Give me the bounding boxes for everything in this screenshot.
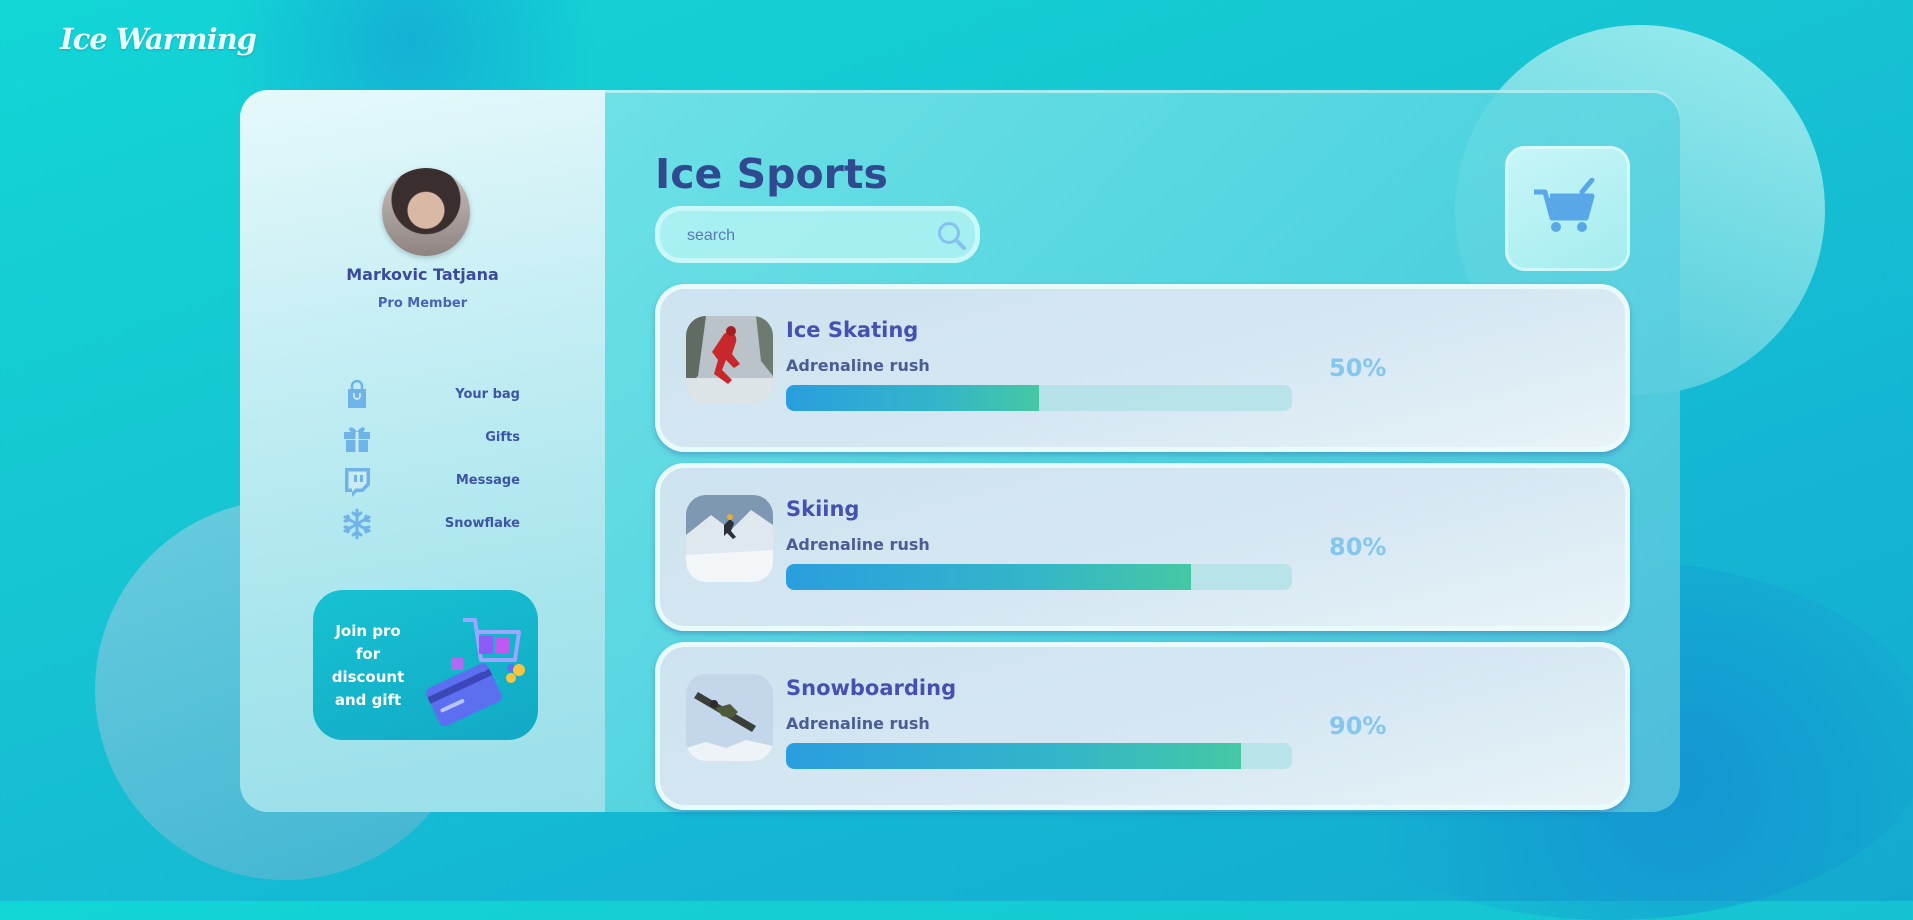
- progress-fill: [786, 385, 1039, 411]
- sport-card[interactable]: Skiing Adrenaline rush 80%: [655, 463, 1630, 631]
- sport-card[interactable]: Snowboarding Adrenaline rush 90%: [655, 642, 1630, 810]
- promo-text-line: discount: [331, 668, 405, 686]
- ice-skating-thumbnail: [686, 316, 773, 403]
- skiing-thumbnail: [686, 495, 773, 582]
- promo-text-line: and gift: [334, 691, 402, 709]
- progress-fill: [786, 564, 1191, 590]
- card-subtitle: Adrenaline rush: [786, 535, 930, 554]
- progress-track: [786, 564, 1292, 590]
- card-title: Skiing: [786, 497, 860, 521]
- sidebar: Markovic Tatjana Pro Member Your bag Gif: [240, 90, 605, 812]
- card-title: Snowboarding: [786, 676, 957, 700]
- progress-percent: 50%: [1329, 354, 1387, 382]
- card-title: Ice Skating: [786, 318, 919, 342]
- promo-text: Join pro for discount and gift: [323, 620, 413, 712]
- promo-card[interactable]: Join pro for discount and gift: [313, 590, 538, 740]
- progress-fill: [786, 743, 1242, 769]
- progress-percent: 80%: [1329, 533, 1387, 561]
- promo-text-line: Join pro: [335, 622, 401, 640]
- promo-text-line: for: [355, 645, 381, 663]
- sidebar-item-your-bag[interactable]: Your bag: [340, 373, 520, 416]
- sport-card[interactable]: Ice Skating Adrenaline rush 50%: [655, 284, 1630, 452]
- sidebar-item-label: Message: [455, 473, 520, 488]
- sidebar-item-label: Snowflake: [444, 516, 520, 531]
- progress-track: [786, 743, 1292, 769]
- sidebar-item-message[interactable]: Message: [340, 459, 520, 502]
- search-input[interactable]: [685, 222, 919, 250]
- sidebar-menu: Your bag Gifts Message Snowflake: [340, 373, 520, 545]
- snowflake-icon: [343, 508, 371, 539]
- brand-logo[interactable]: Ice Warming: [60, 22, 257, 56]
- progress-track: [786, 385, 1292, 411]
- page-title: Ice Sports: [655, 150, 888, 198]
- sidebar-item-gifts[interactable]: Gifts: [340, 416, 520, 459]
- user-name: Markovic Tatjana: [346, 265, 499, 284]
- sidebar-item-snowflake[interactable]: Snowflake: [340, 502, 520, 545]
- user-role: Pro Member: [377, 296, 468, 311]
- search-bar[interactable]: [655, 206, 980, 263]
- shopping-bag-icon: [348, 379, 366, 408]
- gift-icon: [344, 426, 370, 452]
- shopping-cart-icon: [1534, 178, 1595, 232]
- card-subtitle: Adrenaline rush: [786, 356, 930, 375]
- twitch-message-icon: [345, 467, 370, 497]
- progress-percent: 90%: [1329, 712, 1387, 740]
- sidebar-item-label: Your bag: [455, 387, 520, 402]
- search-icon[interactable]: [936, 220, 968, 252]
- avatar[interactable]: [382, 168, 470, 256]
- snowboarding-thumbnail: [686, 674, 773, 761]
- sidebar-item-label: Gifts: [485, 430, 520, 445]
- card-subtitle: Adrenaline rush: [786, 714, 930, 733]
- shopping-illustration-icon: [426, 618, 525, 726]
- cart-button[interactable]: [1505, 146, 1630, 271]
